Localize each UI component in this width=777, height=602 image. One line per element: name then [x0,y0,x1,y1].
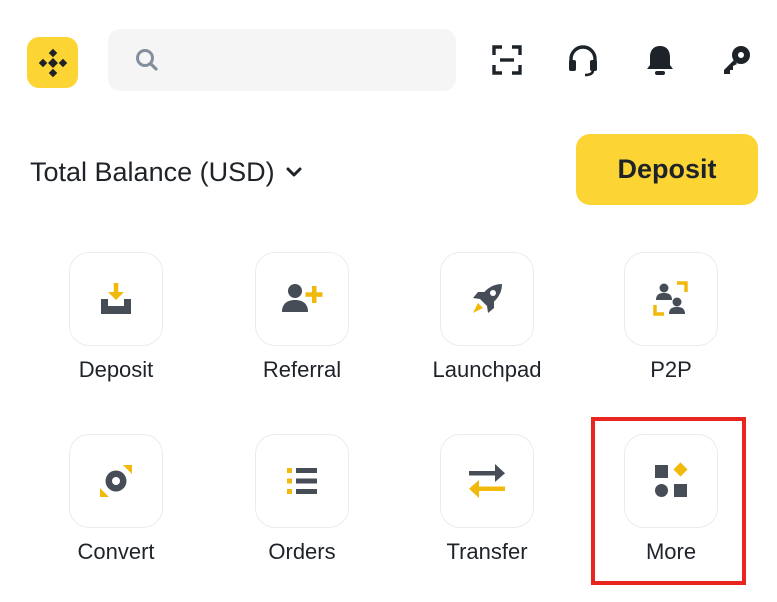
notifications-button[interactable] [643,43,677,77]
search-icon [134,47,160,73]
shortcut-p2p[interactable]: P2P [596,252,746,402]
transfer-arrows-icon [469,464,505,498]
scan-icon [492,45,522,75]
more-highlight-annotation [591,417,746,585]
shortcut-referral-box [255,252,349,346]
rocket-icon [473,284,502,313]
shortcut-referral[interactable]: Referral [227,252,377,402]
search-bar[interactable] [108,29,456,91]
shortcut-label: P2P [650,357,692,382]
shortcut-label: Deposit [78,357,154,382]
bell-icon [647,46,673,75]
shortcut-label: Launchpad [432,357,542,382]
total-balance-selector[interactable]: Total Balance (USD) [30,152,303,192]
shortcut-transfer[interactable]: Transfer [412,434,562,584]
binance-logo-icon [38,48,67,77]
convert-icon [100,465,132,497]
binance-logo[interactable] [27,37,78,88]
shortcut-convert-box [69,434,163,528]
shortcut-label: Convert [77,539,155,564]
p2p-icon [653,281,688,316]
shortcut-orders[interactable]: Orders [227,434,377,584]
orders-list-icon [287,468,317,494]
shortcut-p2p-box [624,252,718,346]
chevron-down-icon [285,163,303,181]
total-balance-label: Total Balance (USD) [30,156,275,187]
account-key-button[interactable] [719,43,753,77]
shortcut-orders-box [255,434,349,528]
shortcut-launchpad[interactable]: Launchpad [412,252,562,402]
shortcut-label: Transfer [446,539,528,564]
shortcut-deposit-box [69,252,163,346]
shortcut-label: Referral [262,357,342,382]
search-input[interactable] [176,46,420,74]
add-user-icon [282,284,323,312]
download-icon [101,283,131,314]
headset-icon [569,45,597,77]
scan-button[interactable] [490,43,524,77]
shortcut-launchpad-box [440,252,534,346]
shortcut-label: Orders [268,539,336,564]
shortcut-convert[interactable]: Convert [41,434,191,584]
key-icon [724,46,750,74]
shortcut-deposit[interactable]: Deposit [41,252,191,402]
support-button[interactable] [566,43,600,77]
deposit-button[interactable]: Deposit [576,134,758,205]
shortcut-transfer-box [440,434,534,528]
